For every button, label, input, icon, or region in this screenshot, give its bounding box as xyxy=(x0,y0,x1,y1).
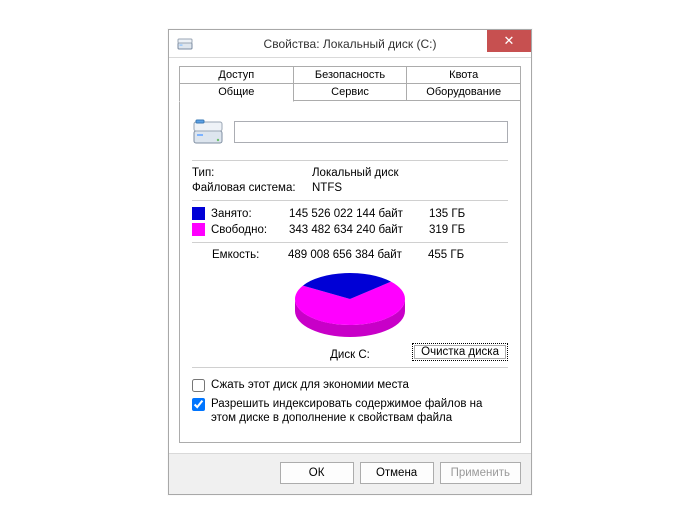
free-swatch-icon xyxy=(192,223,205,236)
drive-icon xyxy=(192,116,224,148)
used-swatch-icon xyxy=(192,207,205,220)
used-label: Занято: xyxy=(211,208,289,220)
tabs: Доступ Безопасность Квота Общие Сервис О… xyxy=(179,66,521,101)
type-value: Локальный диск xyxy=(312,167,508,179)
ok-button[interactable]: ОК xyxy=(280,462,354,484)
capacity-bytes: 489 008 656 384 байт xyxy=(288,249,428,261)
divider xyxy=(192,200,508,201)
compress-checkbox[interactable] xyxy=(192,379,205,392)
titlebar: Свойства: Локальный диск (C:) ✕ xyxy=(169,30,531,58)
dialog-footer: ОК Отмена Применить xyxy=(169,453,531,494)
filesystem-value: NTFS xyxy=(312,182,508,194)
close-button[interactable]: ✕ xyxy=(487,30,531,52)
index-row: Разрешить индексировать содержимое файло… xyxy=(192,397,508,426)
free-gb: 319 ГБ xyxy=(429,224,508,236)
tab-service[interactable]: Сервис xyxy=(294,83,408,101)
free-label: Свободно: xyxy=(211,224,289,236)
properties-window: Свойства: Локальный диск (C:) ✕ Доступ Б… xyxy=(168,29,532,494)
compress-row: Сжать этот диск для экономии места xyxy=(192,378,508,392)
apply-button[interactable]: Применить xyxy=(440,462,521,484)
used-space-row: Занято: 145 526 022 144 байт 135 ГБ xyxy=(192,207,508,220)
drive-small-icon xyxy=(177,36,193,52)
index-label[interactable]: Разрешить индексировать содержимое файло… xyxy=(211,397,508,426)
index-checkbox[interactable] xyxy=(192,398,205,411)
drive-name-input[interactable] xyxy=(234,121,508,143)
cancel-button[interactable]: Отмена xyxy=(360,462,434,484)
tab-access[interactable]: Доступ xyxy=(179,66,294,84)
type-row: Тип: Локальный диск xyxy=(192,167,508,179)
capacity-gb: 455 ГБ xyxy=(428,249,508,261)
filesystem-label: Файловая система: xyxy=(192,182,312,194)
capacity-row: Емкость: 489 008 656 384 байт 455 ГБ xyxy=(212,249,508,261)
tab-panel-general: Тип: Локальный диск Файловая система: NT… xyxy=(179,100,521,442)
pie-chart-area: Диск C: Очистка диска xyxy=(192,265,508,361)
disk-cleanup-button[interactable]: Очистка диска xyxy=(412,343,508,361)
close-icon: ✕ xyxy=(504,33,515,49)
window-title: Свойства: Локальный диск (C:) xyxy=(199,37,531,51)
tab-general[interactable]: Общие xyxy=(179,83,294,102)
free-space-row: Свободно: 343 482 634 240 байт 319 ГБ xyxy=(192,223,508,236)
tab-security[interactable]: Безопасность xyxy=(294,66,408,84)
tab-quota[interactable]: Квота xyxy=(407,66,521,84)
used-gb: 135 ГБ xyxy=(429,208,508,220)
pie-chart-icon xyxy=(285,269,415,344)
divider xyxy=(192,160,508,161)
tab-hardware[interactable]: Оборудование xyxy=(407,83,521,101)
free-bytes: 343 482 634 240 байт xyxy=(289,224,429,236)
divider xyxy=(192,242,508,243)
divider xyxy=(192,367,508,368)
type-label: Тип: xyxy=(192,167,312,179)
content-area: Доступ Безопасность Квота Общие Сервис О… xyxy=(169,58,531,452)
used-bytes: 145 526 022 144 байт xyxy=(289,208,429,220)
disk-label: Диск C: xyxy=(330,349,370,361)
capacity-label: Емкость: xyxy=(212,249,288,261)
compress-label[interactable]: Сжать этот диск для экономии места xyxy=(211,378,409,392)
filesystem-row: Файловая система: NTFS xyxy=(192,182,508,194)
